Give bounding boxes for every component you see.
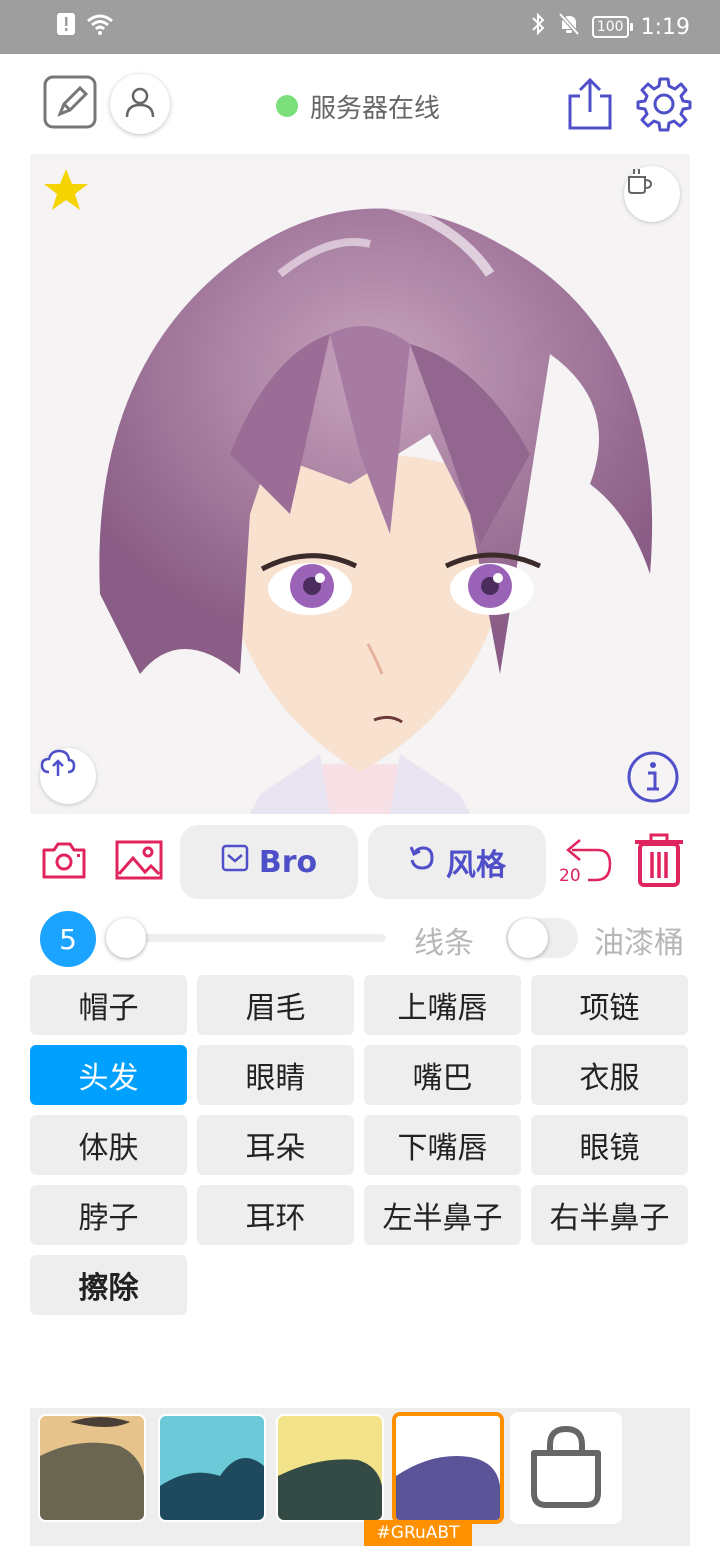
part-button[interactable]: 耳环 <box>197 1185 354 1245</box>
shopping-bag-icon <box>526 1423 606 1513</box>
brush-size-slider[interactable] <box>128 934 386 942</box>
profile-button[interactable] <box>110 74 170 134</box>
share-button[interactable] <box>566 76 614 134</box>
server-status-label: 服务器在线 <box>310 93 441 124</box>
status-bar: 100 1:19 <box>0 0 720 54</box>
shop-button[interactable] <box>512 1414 620 1522</box>
camera-button[interactable] <box>40 840 88 884</box>
battery-icon: 100 <box>591 16 633 38</box>
paint-bucket-label: 油漆桶 <box>594 926 684 961</box>
settings-button[interactable] <box>636 76 692 136</box>
trash-icon <box>633 832 685 892</box>
wifi-icon <box>86 12 114 40</box>
upload-cloud-icon[interactable] <box>40 748 96 804</box>
part-button[interactable]: 眉毛 <box>197 975 354 1035</box>
status-dot <box>276 95 298 117</box>
part-button[interactable]: 帽子 <box>30 975 187 1035</box>
settings-icon <box>636 76 692 136</box>
paint-bucket-toggle[interactable] <box>506 918 578 958</box>
part-button[interactable]: 嘴巴 <box>364 1045 521 1105</box>
share-icon <box>566 76 614 134</box>
selected-style-tag: #GRuABT <box>364 1520 472 1546</box>
part-button[interactable]: 擦除 <box>30 1255 187 1315</box>
part-button[interactable]: 下嘴唇 <box>364 1115 521 1175</box>
part-button[interactable]: 衣服 <box>531 1045 688 1105</box>
edit-button[interactable] <box>42 74 98 134</box>
server-status: 服务器在线 <box>276 88 440 124</box>
anime-portrait <box>30 154 690 814</box>
style-label: 风格 <box>446 848 506 883</box>
undo-count: 20 <box>559 866 581 886</box>
style-thumb[interactable] <box>278 1416 382 1520</box>
brush-size-badge: 5 <box>40 911 96 967</box>
part-button[interactable]: 上嘴唇 <box>364 975 521 1035</box>
part-button[interactable]: 体肤 <box>30 1115 187 1175</box>
part-button[interactable]: 头发 <box>30 1045 187 1105</box>
style-tray <box>30 1408 690 1546</box>
bro-label: Bro <box>258 844 318 880</box>
slider-thumb[interactable] <box>106 918 146 958</box>
toggle-knob <box>508 918 548 958</box>
part-button[interactable]: 右半鼻子 <box>531 1185 688 1245</box>
style-thumb[interactable] <box>160 1416 264 1520</box>
style-thumb[interactable] <box>40 1416 144 1520</box>
gallery-icon <box>115 840 163 884</box>
style-button[interactable]: 风格 <box>368 825 546 899</box>
style-thumb-selected[interactable] <box>396 1416 500 1520</box>
bluetooth-icon <box>530 12 546 42</box>
alert-icon <box>56 12 76 40</box>
part-button[interactable]: 项链 <box>531 975 688 1035</box>
user-icon <box>123 85 157 123</box>
bro-button[interactable]: Bro <box>180 825 358 899</box>
drawing-canvas[interactable] <box>30 154 690 814</box>
refresh-icon <box>408 844 436 880</box>
line-mode-label: 线条 <box>414 926 474 961</box>
camera-icon <box>41 840 87 884</box>
gallery-button[interactable] <box>114 840 164 884</box>
part-button[interactable]: 脖子 <box>30 1185 187 1245</box>
mute-icon <box>558 12 580 42</box>
part-button[interactable]: 耳朵 <box>197 1115 354 1175</box>
part-button[interactable]: 眼睛 <box>197 1045 354 1105</box>
part-button[interactable]: 左半鼻子 <box>364 1185 521 1245</box>
checkbox-icon <box>221 844 249 880</box>
part-button[interactable]: 眼镜 <box>531 1115 688 1175</box>
clock: 1:19 <box>640 14 690 40</box>
coffee-icon[interactable] <box>624 166 680 222</box>
edit-icon <box>42 74 98 134</box>
delete-button[interactable] <box>632 832 686 892</box>
